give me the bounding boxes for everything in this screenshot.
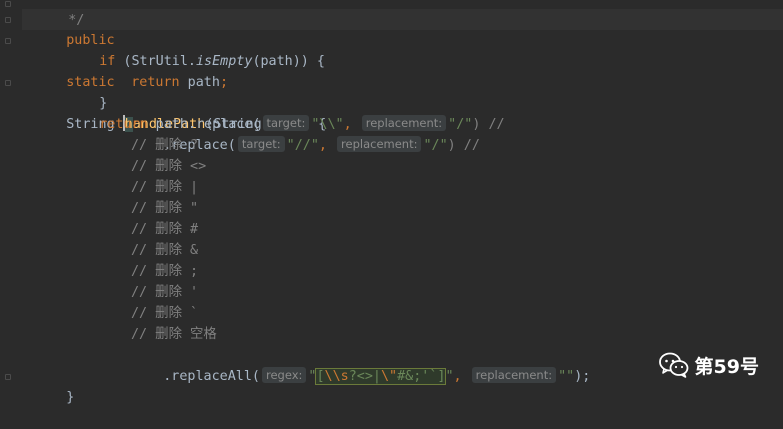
comment-line[interactable]: // 删除 #	[131, 219, 198, 240]
code-line-signature[interactable]: public static String handlePath(String p…	[34, 9, 326, 132]
comment-line[interactable]: // 删除 `	[131, 303, 198, 324]
fold-marker[interactable]	[5, 374, 11, 380]
regex-escape: \"	[380, 369, 398, 384]
regex-escape: \\s	[324, 369, 349, 384]
code-text: ) //	[447, 138, 480, 153]
regex-chars: ?<>|	[348, 369, 381, 384]
code-text: );	[574, 369, 591, 384]
regex-chars: #&;'`	[397, 369, 438, 384]
param-hint-target: target:	[237, 136, 285, 152]
watermark-text: 第59号	[694, 355, 759, 378]
comment-line[interactable]: // 删除 <>	[131, 156, 206, 177]
comment-line[interactable]: // 删除 空格	[131, 324, 217, 345]
watermark: 第59号	[658, 351, 759, 379]
comment-line[interactable]: // 删除 &	[131, 240, 198, 261]
code-line-replace-2[interactable]: .replace(target: "//", replacement: "/") /…	[131, 114, 480, 153]
code-text: path	[179, 75, 220, 90]
comment-line[interactable]: // 删除 ;	[131, 261, 198, 282]
code-editor[interactable]: */ public static String handlePath(Strin…	[0, 0, 783, 405]
code-text: .replaceAll(	[163, 369, 260, 384]
code-line-brace[interactable]: }	[34, 366, 74, 405]
fold-marker[interactable]	[5, 17, 11, 23]
param-hint-replacement: replacement:	[337, 136, 422, 152]
string-literal: "//"	[286, 138, 319, 153]
comma: ,	[318, 138, 327, 153]
fold-marker[interactable]	[5, 38, 11, 44]
comment-line[interactable]: // 删除 |	[131, 177, 198, 198]
regex-bracket: [	[316, 369, 325, 384]
keyword: return	[131, 75, 180, 90]
brace: }	[66, 390, 75, 405]
string-literal: ""	[558, 369, 575, 384]
comma: ,	[453, 369, 462, 384]
code-line-replace-all[interactable]: .replaceAll(regex: "[\\s?<>|\"#&;'`]", re…	[131, 345, 590, 385]
string-quote: "	[445, 369, 454, 384]
editor-gutter[interactable]	[0, 0, 22, 400]
regex-character-class: [\\s?<>|\"#&;'`]	[315, 368, 447, 385]
semicolon: ;	[219, 75, 228, 90]
code-line-return[interactable]: return path;	[99, 51, 228, 90]
code-text: (path)) {	[252, 54, 325, 69]
comment-line[interactable]: // 删除 ?	[131, 135, 198, 156]
param-hint-replacement: replacement:	[471, 367, 557, 383]
param-hint-regex: regex:	[262, 367, 307, 383]
fold-marker[interactable]	[5, 1, 11, 7]
wechat-icon	[658, 352, 688, 378]
comment-line[interactable]: // 删除 "	[131, 198, 198, 219]
comment-line[interactable]: // 删除 '	[131, 282, 198, 303]
code-line-if[interactable]: if (StrUtil.isEmpty(path)) {	[67, 30, 325, 69]
string-literal: "/"	[423, 138, 448, 153]
code-line-replace-1[interactable]: return path.replace(target: "\\", replace…	[67, 93, 505, 132]
code-line-brace[interactable]: }	[67, 72, 107, 111]
fold-marker[interactable]	[5, 80, 11, 86]
